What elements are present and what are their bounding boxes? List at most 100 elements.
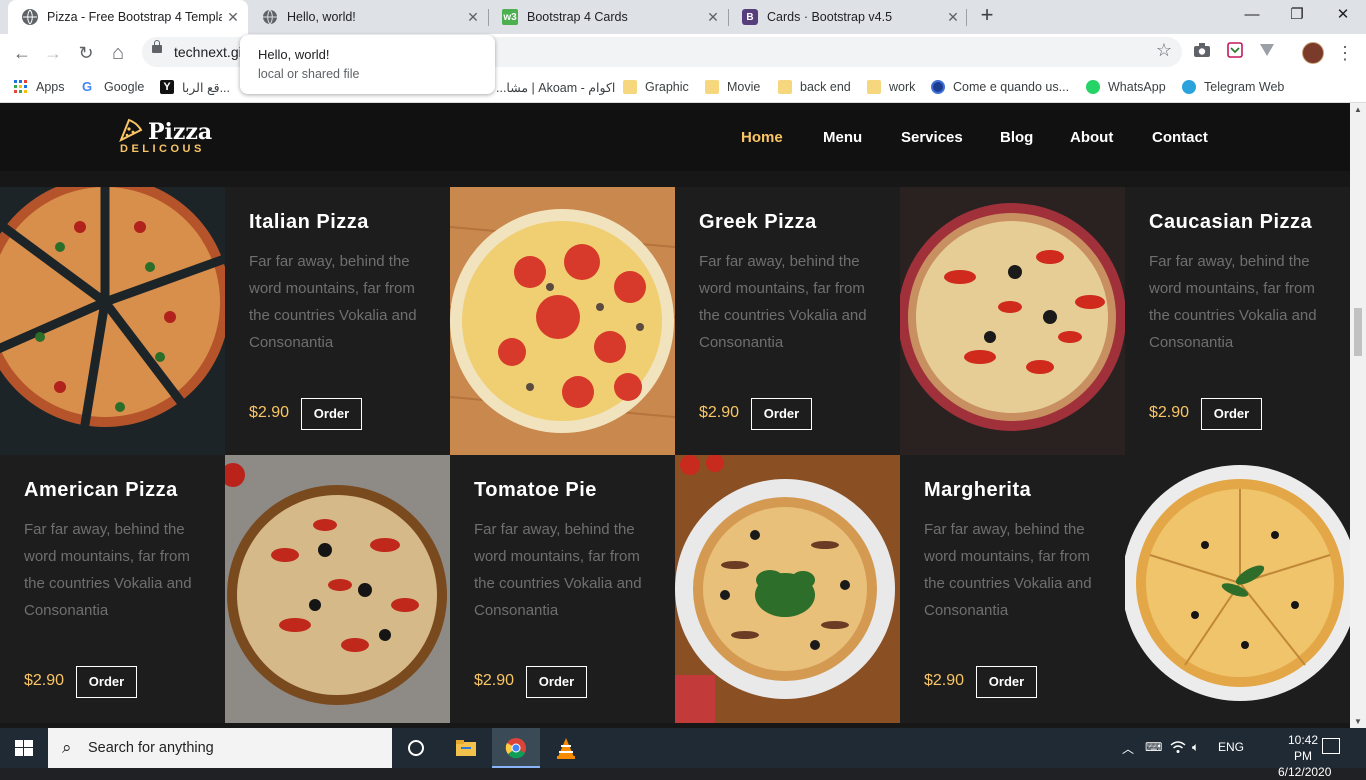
order-button[interactable]: Order (1201, 398, 1262, 430)
bookmark-label: back end (800, 80, 851, 94)
order-button[interactable]: Order (751, 398, 812, 430)
nav-link-services[interactable]: Services (901, 129, 963, 146)
clock-time: 10:42 PM (1287, 733, 1319, 763)
bookmark-telegram[interactable]: Telegram Web (1182, 77, 1284, 97)
apps-grid-icon (14, 80, 28, 94)
w3schools-icon: w3 (502, 9, 518, 25)
bookmarks-bar: Apps G Google Y قع الربا... ...مشا | Ako… (0, 71, 1366, 103)
bookmark-arabic-site[interactable]: Y قع الربا... (160, 77, 230, 97)
bookmark-folder-work[interactable]: work (867, 77, 915, 97)
bookmark-akoam[interactable]: ...مشا | Akoam - اكوام (496, 77, 615, 97)
pizza-image (900, 187, 1125, 455)
bookmark-folder-back-end[interactable]: back end (778, 77, 851, 97)
language-indicator[interactable]: ENG (1218, 740, 1244, 754)
logo-name[interactable]: Pizza (148, 119, 212, 145)
volume-icon[interactable]: 🔈︎ (1192, 740, 1199, 755)
pizza-card-caucasian: Caucasian Pizza Far far away, behind the… (1125, 187, 1350, 455)
pizza-title: Greek Pizza (699, 211, 817, 233)
file-explorer-icon[interactable] (442, 728, 490, 768)
nav-link-about[interactable]: About (1070, 129, 1113, 146)
start-button[interactable] (0, 728, 48, 768)
more-menu-icon[interactable]: ⋮ (1336, 40, 1354, 66)
bookmark-label: Google (104, 80, 145, 94)
system-clock[interactable]: 10:42 PM 6/12/2020 (1278, 732, 1331, 780)
bookmark-folder-graphic[interactable]: Graphic (623, 77, 689, 97)
input-method-icon[interactable]: ⌨ (1145, 740, 1162, 754)
page-scrollbar[interactable]: ▲ ▼ (1350, 103, 1366, 728)
nav-link-blog[interactable]: Blog (1000, 129, 1033, 146)
nav-link-contact[interactable]: Contact (1152, 129, 1208, 146)
chrome-icon[interactable] (492, 728, 540, 768)
chevron-up-icon[interactable]: ︿ (1122, 740, 1134, 757)
pizza-image (0, 187, 225, 455)
reload-button[interactable]: ↻ (73, 40, 99, 66)
bootstrap-icon: B (742, 9, 758, 25)
tab-pizza[interactable]: Pizza - Free Bootstrap 4 Template by Col… (8, 0, 248, 34)
forward-button[interactable]: → (40, 40, 66, 66)
lock-icon[interactable] (152, 40, 162, 53)
pocket-extension-icon[interactable] (1225, 42, 1245, 62)
hover-card-subtitle: local or shared file (258, 67, 360, 81)
site-icon (931, 80, 945, 94)
tab-hello-world[interactable]: Hello, world! ✕ (248, 0, 488, 34)
close-icon[interactable]: ✕ (462, 9, 484, 26)
profile-avatar[interactable] (1302, 42, 1324, 64)
close-icon[interactable]: ✕ (702, 9, 724, 26)
order-button[interactable]: Order (76, 666, 137, 698)
bookmark-label: ...مشا | Akoam - اكوام (496, 80, 616, 95)
cortana-icon[interactable] (392, 728, 440, 768)
vlc-icon[interactable] (542, 728, 590, 768)
bookmark-folder-movie[interactable]: Movie (705, 77, 760, 97)
bookmark-label: Movie (727, 80, 761, 94)
bookmark-label: work (889, 80, 916, 94)
pizza-price: $2.90 (699, 404, 740, 421)
url-text[interactable]: technext.gi (174, 44, 242, 60)
wifi-icon[interactable] (1170, 740, 1186, 757)
taskbar-search[interactable]: ⌕ Search for anything (48, 728, 392, 768)
bookmark-label: Come e quando us... (953, 80, 1070, 94)
pizza-slice-icon[interactable] (118, 117, 144, 143)
bookmark-star-icon[interactable]: ☆ (1156, 40, 1172, 61)
new-tab-button[interactable]: + (976, 4, 998, 28)
folder-icon (705, 80, 719, 94)
pizza-image (675, 455, 900, 723)
pizza-title: American Pizza (24, 479, 178, 501)
pizza-title: Italian Pizza (249, 211, 369, 233)
browser-toolbar: ← → ↻ ⌂ technext.gi ☆ ⋮ (0, 34, 1366, 71)
tab-hover-card: Hello, world! local or shared file (240, 35, 495, 94)
pizza-price: $2.90 (24, 672, 65, 689)
bookmark-come-e-quando[interactable]: Come e quando us... (931, 77, 1069, 97)
tab-cards-bootstrap[interactable]: B Cards · Bootstrap v4.5 ✕ (728, 0, 968, 34)
pizza-image (450, 187, 675, 455)
bookmark-apps[interactable]: Apps (14, 77, 65, 97)
close-icon[interactable]: ✕ (222, 9, 244, 26)
notification-center-icon[interactable] (1322, 738, 1340, 754)
tab-bootstrap-cards[interactable]: w3 Bootstrap 4 Cards ✕ (488, 0, 728, 34)
restore-button[interactable]: ❐ (1274, 0, 1320, 30)
telegram-icon (1182, 80, 1196, 94)
order-button[interactable]: Order (301, 398, 362, 430)
scroll-up-arrow-icon[interactable]: ▲ (1354, 105, 1362, 114)
close-icon[interactable]: ✕ (942, 9, 964, 26)
scrollbar-thumb[interactable] (1354, 308, 1362, 356)
order-button[interactable]: Order (976, 666, 1037, 698)
home-button[interactable]: ⌂ (105, 40, 131, 66)
bookmark-label: Apps (36, 80, 65, 94)
order-button[interactable]: Order (526, 666, 587, 698)
bookmark-whatsapp[interactable]: WhatsApp (1086, 77, 1166, 97)
web-page: Pizza DELICOUS Home Menu Services Blog A… (0, 103, 1350, 728)
minimize-button[interactable]: — (1229, 0, 1275, 30)
browser-tab-strip: Pizza - Free Bootstrap 4 Template by Col… (0, 0, 1366, 34)
windows-taskbar: ⌕ Search for anything ︿ ⌨ 🔈︎ ENG 10:42 P… (0, 728, 1366, 779)
back-button[interactable]: ← (9, 40, 35, 66)
scroll-down-arrow-icon[interactable]: ▼ (1354, 717, 1362, 726)
hover-card-title: Hello, world! (258, 47, 330, 62)
camera-extension-icon[interactable] (1192, 42, 1212, 62)
bookmark-google[interactable]: G Google (82, 77, 144, 97)
vpn-extension-icon[interactable] (1257, 42, 1277, 62)
nav-link-menu[interactable]: Menu (823, 129, 862, 146)
pizza-title: Tomatoe Pie (474, 479, 597, 501)
nav-link-home[interactable]: Home (741, 129, 783, 146)
folder-icon (867, 80, 881, 94)
window-close-button[interactable]: ✕ (1320, 0, 1366, 30)
